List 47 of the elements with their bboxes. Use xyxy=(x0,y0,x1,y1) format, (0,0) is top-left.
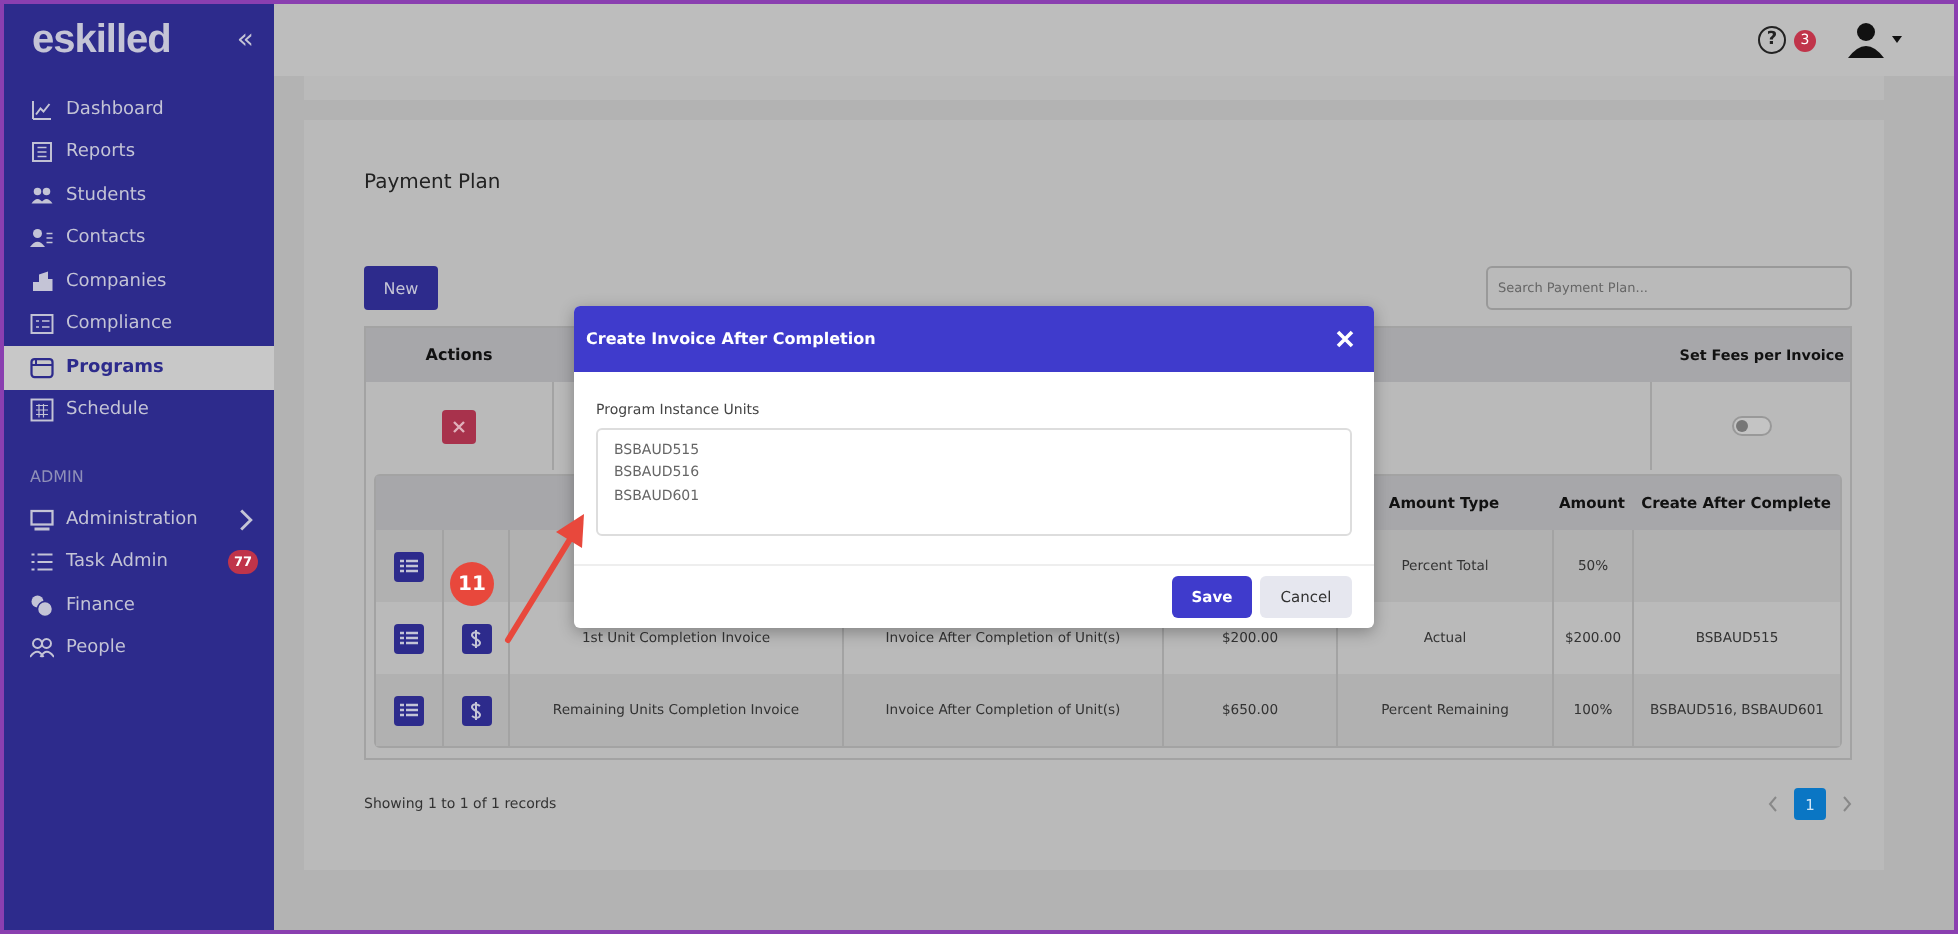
new-button[interactable]: New xyxy=(364,266,438,310)
close-icon xyxy=(452,419,466,433)
toggle-switch[interactable] xyxy=(1731,416,1771,436)
sidebar-item[interactable]: Finance xyxy=(4,584,274,627)
user-icon[interactable] xyxy=(1848,22,1884,58)
sidebar-icon xyxy=(30,593,54,618)
dialog-title: Create Invoice After Completion xyxy=(586,330,876,348)
card-title: Payment Plan xyxy=(364,172,503,194)
delete-button[interactable] xyxy=(442,409,476,443)
sidebar-icon xyxy=(30,636,54,661)
sidebar-item[interactable]: People xyxy=(4,627,274,670)
sidebar-item[interactable]: Students xyxy=(4,174,274,217)
details-button[interactable] xyxy=(394,695,424,725)
sidebar-icon xyxy=(30,507,54,532)
sidebar-icon xyxy=(30,183,54,208)
list-icon xyxy=(400,558,418,574)
list-icon xyxy=(400,630,418,646)
column-header: Actions xyxy=(423,344,495,368)
sidebar-item[interactable]: Programs xyxy=(4,346,274,389)
sidebar-icon xyxy=(30,226,54,251)
sidebar-item[interactable]: Schedule xyxy=(4,389,274,432)
sidebar-icon xyxy=(30,398,54,423)
help-button[interactable]: ? xyxy=(1758,26,1786,54)
details-button[interactable] xyxy=(394,551,424,581)
section-heading: ADMIN xyxy=(28,466,86,490)
sidebar-item[interactable]: Compliance xyxy=(4,303,274,346)
sidebar-icon xyxy=(30,97,54,122)
sidebar-icon xyxy=(30,355,54,380)
logo: eskilled xyxy=(32,17,171,63)
invoice-button[interactable] xyxy=(461,695,491,725)
sidebar-item[interactable]: Companies xyxy=(4,260,274,303)
sidebar-item[interactable]: Contacts xyxy=(4,217,274,260)
sidebar-icon xyxy=(30,550,54,575)
caret-icon[interactable] xyxy=(1892,36,1902,44)
sidebar-item[interactable]: Dashboard xyxy=(4,88,274,131)
dollar-icon xyxy=(468,629,484,647)
sidebar-icon xyxy=(30,140,54,165)
collapse-button[interactable]: « xyxy=(236,24,254,56)
sidebar-icon xyxy=(30,269,54,294)
sidebar-icon xyxy=(30,312,54,337)
invoice-button[interactable] xyxy=(461,623,491,653)
dollar-icon xyxy=(468,701,484,719)
sidebar-item[interactable]: Administration xyxy=(4,498,274,541)
details-button[interactable] xyxy=(394,623,424,653)
close-icon[interactable] xyxy=(1336,330,1354,348)
list-icon xyxy=(400,702,418,718)
sidebar-item[interactable]: Reports xyxy=(4,131,274,174)
